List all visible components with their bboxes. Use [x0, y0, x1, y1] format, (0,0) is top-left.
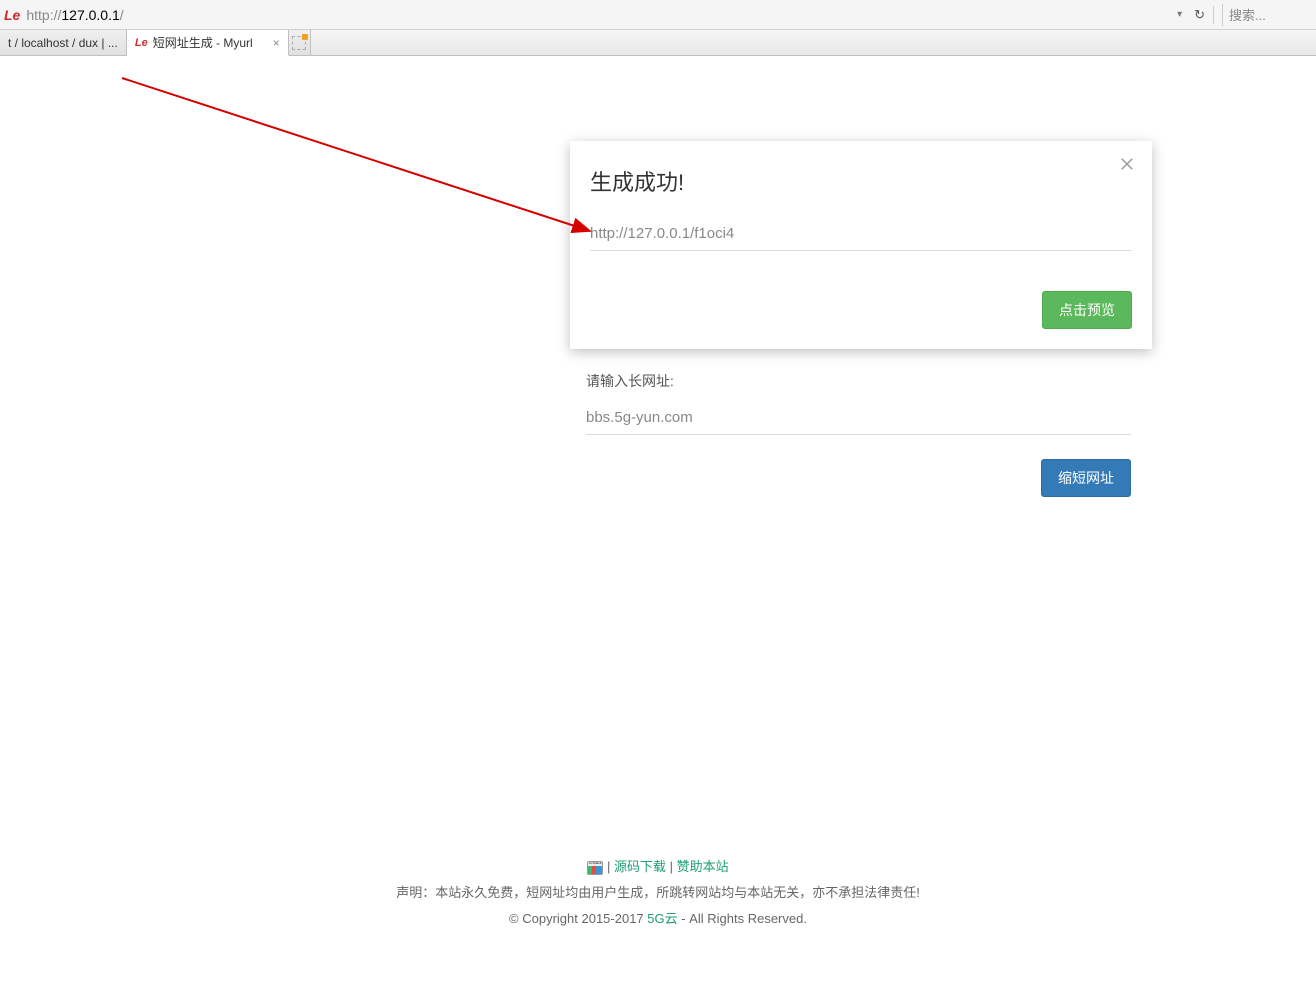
url-form: 请输入长网址: 缩短网址 [586, 371, 1131, 497]
short-url-output[interactable] [590, 217, 1132, 251]
modal-title: 生成成功! [590, 165, 1132, 197]
tab-label: 短网址生成 - Myurl [153, 34, 253, 51]
modal-footer: 点击预览 [590, 291, 1132, 329]
tab-close-icon[interactable]: × [273, 36, 280, 50]
url-suffix: / [120, 7, 124, 23]
preview-button[interactable]: 点击预览 [1042, 291, 1132, 329]
browser-address-bar: Le http://127.0.0.1/ ▾ ↻ 搜索... [0, 0, 1316, 30]
url-host: 127.0.0.1 [61, 7, 119, 23]
footer-separator: | [670, 859, 677, 874]
url-dropdown-icon[interactable]: ▾ [1177, 9, 1182, 20]
stats-icon[interactable] [587, 861, 603, 875]
sponsor-link[interactable]: 赞助本站 [677, 859, 729, 874]
footer-disclaimer: 声明：本站永久免费，短网址均由用户生成，所跳转网站均与本站无关，亦不承担法律责任… [0, 880, 1316, 906]
long-url-label: 请输入长网址: [586, 371, 1131, 391]
tab-favicon: Le [135, 37, 148, 49]
copyright-prefix: © Copyright 2015-2017 [509, 911, 647, 926]
tab-label: t / localhost / dux | ... [8, 36, 118, 50]
page-content: 生成成功! 点击预览 请输入长网址: 缩短网址 | 源码下载 | 赞助本站 声明… [0, 56, 1316, 982]
annotation-arrow [120, 76, 610, 246]
footer-copyright: © Copyright 2015-2017 5G云 - All Rights R… [0, 906, 1316, 932]
copyright-suffix: - All Rights Reserved. [678, 911, 807, 926]
form-footer: 缩短网址 [586, 459, 1131, 497]
url-prefix: http:// [26, 7, 61, 23]
shorten-button[interactable]: 缩短网址 [1041, 459, 1131, 497]
close-icon [1118, 155, 1136, 173]
new-tab-button[interactable] [289, 30, 311, 55]
browser-tab-bar: t / localhost / dux | ... Le 短网址生成 - Myu… [0, 30, 1316, 56]
source-download-link[interactable]: 源码下载 [614, 859, 666, 874]
site-favicon: Le [4, 7, 20, 23]
url-input[interactable]: http://127.0.0.1/ [26, 7, 1171, 23]
reload-icon[interactable]: ↻ [1194, 7, 1205, 23]
modal-close-button[interactable] [1118, 155, 1136, 176]
long-url-input[interactable] [586, 401, 1131, 435]
success-modal: 生成成功! 点击预览 [570, 141, 1152, 349]
footer-separator: | [607, 859, 614, 874]
toolbar-separator [1213, 6, 1214, 24]
tab-inactive[interactable]: t / localhost / dux | ... [0, 30, 127, 55]
footer-links: | 源码下载 | 赞助本站 [0, 854, 1316, 880]
copyright-link[interactable]: 5G云 [647, 911, 677, 926]
page-footer: | 源码下载 | 赞助本站 声明：本站永久免费，短网址均由用户生成，所跳转网站均… [0, 854, 1316, 932]
search-input[interactable]: 搜索... [1222, 4, 1312, 26]
new-tab-icon [292, 36, 306, 50]
tab-active[interactable]: Le 短网址生成 - Myurl × [127, 30, 289, 56]
